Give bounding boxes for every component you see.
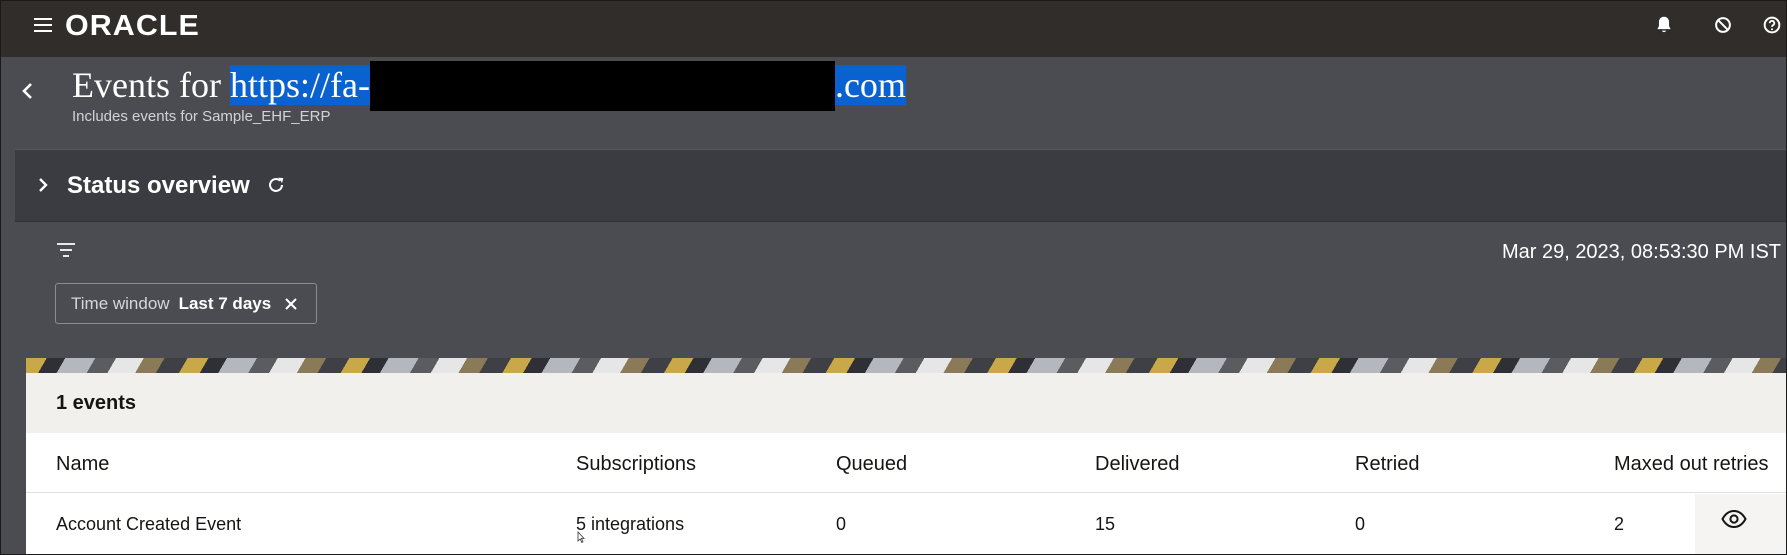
eye-icon[interactable] <box>1721 509 1747 529</box>
events-card: 1 events Name Subscriptions Queued Deliv… <box>26 373 1786 554</box>
event-subscriptions[interactable]: 5 integrations <box>576 514 684 535</box>
column-header-maxed-out-retries[interactable]: Maxed out retries <box>1614 453 1769 476</box>
event-delivered: 15 <box>1095 514 1116 534</box>
help-icon[interactable] <box>1761 14 1783 36</box>
refresh-timestamp: Mar 29, 2023, 08:53:30 PM IST <box>1501 241 1781 263</box>
event-maxed-out-retries: 2 <box>1614 514 1625 534</box>
refresh-icon[interactable] <box>265 174 287 196</box>
column-header-subscriptions[interactable]: Subscriptions <box>576 453 696 476</box>
event-queued: 0 <box>836 514 847 534</box>
events-count: 1 events <box>26 373 1786 433</box>
column-header-queued[interactable]: Queued <box>836 453 907 476</box>
chevron-right-icon[interactable] <box>37 176 49 194</box>
close-icon[interactable] <box>284 297 298 311</box>
chip-value: Last 7 days <box>178 293 272 313</box>
redacted-block <box>369 61 835 111</box>
title-url-start: https://fa- <box>229 65 370 105</box>
hamburger-menu-icon[interactable] <box>34 18 52 32</box>
title-url-end: .com <box>834 65 906 105</box>
oracle-logo[interactable]: ORACLE <box>65 10 200 43</box>
bell-icon[interactable] <box>1653 14 1675 36</box>
column-header-name[interactable]: Name <box>56 453 109 476</box>
event-name[interactable]: Account Created Event <box>56 514 241 535</box>
status-overview-title: Status overview <box>67 172 250 199</box>
event-retried: 0 <box>1355 514 1366 534</box>
filter-icon[interactable] <box>57 243 75 257</box>
table-row[interactable]: Account Created Event 5 integrations 0 1… <box>26 494 1786 554</box>
mouse-cursor-icon <box>577 531 585 543</box>
chevron-left-icon[interactable] <box>18 80 38 102</box>
chip-label: Time window <box>71 293 170 313</box>
column-header-retried[interactable]: Retried <box>1355 453 1419 476</box>
page-frame: ORACLE Events for https://fa- .com Includ… <box>0 0 1787 555</box>
page-title: Events for https://fa- .com <box>72 61 906 111</box>
block-icon[interactable] <box>1712 14 1734 36</box>
column-header-delivered[interactable]: Delivered <box>1095 453 1179 476</box>
time-window-filter-chip[interactable]: Time window Last 7 days <box>55 283 317 324</box>
top-bar: ORACLE <box>1 1 1786 57</box>
status-overview-panel[interactable]: Status overview <box>15 149 1786 222</box>
title-prefix: Events for <box>72 65 221 105</box>
table-header: Name Subscriptions Queued Delivered Retr… <box>26 433 1786 493</box>
page-subtitle: Includes events for Sample_EHF_ERP <box>72 108 331 125</box>
